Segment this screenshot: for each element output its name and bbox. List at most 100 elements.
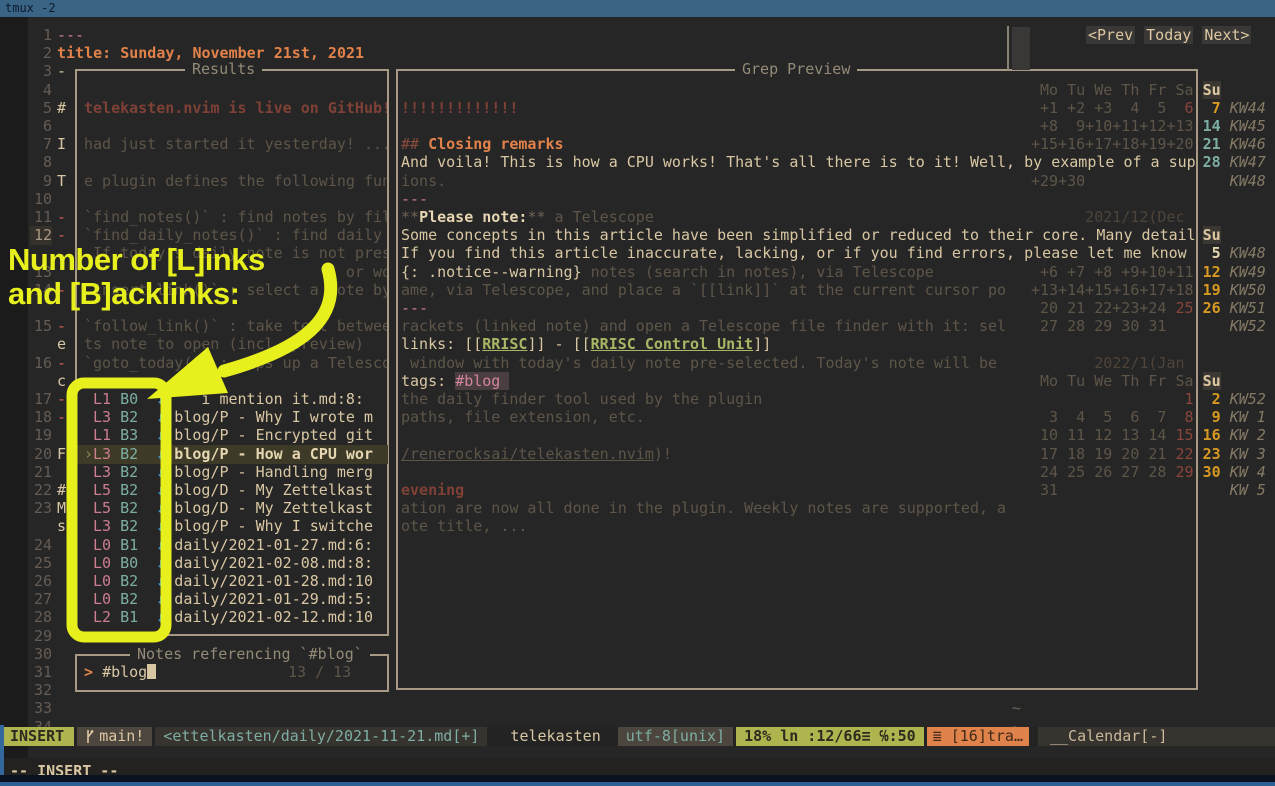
calendar-row[interactable]: Mo Tu We Th Fr Sa Su	[1031, 81, 1221, 100]
calendar-today-button[interactable]: Today	[1144, 26, 1193, 44]
filename-segment: <ettelkasten/daily/2021-11-21.md[+]	[155, 727, 487, 746]
calendar-row[interactable]: 27 28 29 30 31 KW52	[1031, 317, 1266, 336]
results-panel-title: Results	[185, 60, 262, 78]
gutter-line: 28	[30, 608, 52, 627]
results-ghost-line: telekasten.nvim is live on GitHub!	[84, 99, 387, 118]
tmux-titlebar: tmux -2	[0, 0, 1275, 17]
annotation-line1: Number of [L]inks	[8, 243, 265, 277]
gutter-line: 30	[30, 645, 52, 664]
preview-line: {: .notice--warning} notes (search in no…	[401, 263, 934, 282]
window-bottom-frame	[0, 775, 1275, 786]
calendar-row[interactable]: 2021/12(Dec	[1031, 208, 1194, 227]
grep-preview-title: Grep Preview	[735, 60, 857, 78]
prompt-space	[93, 663, 102, 681]
calendar-row[interactable]: +6 +7 +8 +9+10+11 12 KW49	[1031, 263, 1266, 282]
calendar-row[interactable]: 5 KW48	[1031, 244, 1266, 263]
calendar-row[interactable]: 28 KW47	[1031, 153, 1266, 172]
result-row[interactable]: L3 B2 ↓ blog/P - Why I switche	[84, 517, 373, 536]
preview-line: ame, via Telescope, and place a `[[link]…	[401, 281, 1006, 300]
preview-line: ---	[401, 190, 428, 209]
result-row[interactable]: L0 B2 ↓ daily/2021-01-28.md:10	[84, 572, 373, 591]
calendar-row[interactable]: 10 11 12 13 14 15 16 KW 2	[1031, 426, 1266, 445]
calendar-nav: <Prev Today Next>	[1086, 26, 1251, 44]
prompt-caret: >	[84, 663, 93, 681]
calendar-row[interactable]: 1 2 KW52	[1031, 390, 1266, 409]
gutter-line: 7	[30, 135, 52, 154]
pane-left-margin	[0, 17, 28, 775]
preview-line: links: [[RRISC]] - [[RRISC Control Unit]…	[401, 335, 771, 354]
gutter-line: 16	[30, 354, 52, 373]
mode-indicator: INSERT	[0, 727, 74, 746]
buffer-line: -	[57, 354, 66, 373]
calendar-row[interactable]: Mo Tu We Th Fr Sa Su	[1031, 372, 1221, 391]
result-row[interactable]: L3 B2 ↓ blog/P - Handling merg	[84, 463, 373, 482]
result-row[interactable]: L1 B3 ↓ blog/P - Encrypted git	[84, 426, 373, 445]
result-row[interactable]: L5 B2 ↓ blog/D - My Zettelkast	[84, 499, 373, 518]
calendar-row[interactable]: +8 9+10+11+12+13 14 KW45	[1031, 117, 1266, 136]
gutter-line: 19	[30, 426, 52, 445]
search-query-text: #blog	[102, 663, 147, 681]
gutter-line: 24	[30, 536, 52, 555]
gutter-line: 31	[30, 663, 52, 682]
gutter-line: 8	[30, 153, 52, 172]
preview-line: tags: #blog	[401, 372, 509, 391]
calendar-row[interactable]: +29+30 KW48	[1031, 172, 1266, 191]
search-input[interactable]: > #blog	[84, 663, 156, 681]
git-branch-icon	[85, 729, 94, 744]
calendar-row[interactable]: 3 4 5 6 7 8 9 KW 1	[1031, 408, 1266, 427]
gutter-line: 6	[30, 117, 52, 136]
result-row[interactable]: L2 B1 ↓ daily/2021-02-12.md:10	[84, 608, 373, 627]
buffer-line: #	[57, 99, 66, 118]
gutter-line: 17	[30, 390, 52, 409]
result-row[interactable]: L0 B1 ↓ daily/2021-01-27.md:6:	[84, 536, 373, 555]
gutter-line: 25	[30, 554, 52, 573]
results-ghost-line: `find_notes()` : find notes by fil	[84, 208, 387, 227]
preview-line: ---	[401, 299, 428, 318]
result-row[interactable]: ›L3 B2 ↓ blog/P - How a CPU wor	[76, 445, 388, 464]
result-row[interactable]: L0 B2 ↓ daily/2021-01-29.md:5:	[84, 590, 373, 609]
calendar-next-button[interactable]: Next>	[1202, 26, 1251, 44]
result-row[interactable]: L5 B2 ↓ blog/D - My Zettelkast	[84, 481, 373, 500]
results-ghost-line: `goto_today()` : pops up a Telesco	[84, 354, 387, 373]
calendar-row[interactable]: 17 18 19 20 21 22 23 KW 3	[1031, 445, 1266, 464]
preview-line: ation are now all done in the plugin. We…	[401, 499, 1006, 518]
calendar-row[interactable]: +13+14+15+16+17+18 19 KW50	[1031, 281, 1266, 300]
preview-line: !!!!!!!!!!!!!	[401, 99, 518, 118]
gutter-line: 2	[30, 44, 52, 63]
preview-line: ote title, ...	[401, 517, 527, 536]
buffer-line: ---	[57, 26, 84, 45]
calendar-row[interactable]: +1 +2 +3 4 5 6 7 KW44	[1031, 99, 1266, 118]
gutter-line: 22	[30, 481, 52, 500]
buffer-line: s	[57, 517, 66, 536]
buffer-line: -	[57, 62, 66, 81]
results-ghost-line: e plugin defines the following fun	[84, 172, 387, 191]
calendar-row[interactable]: 31 KW 5	[1031, 481, 1266, 500]
calendar-prev-button[interactable]: <Prev	[1086, 26, 1135, 44]
git-branch-segment: main!	[77, 727, 152, 746]
result-row[interactable]: L3 B2 ↓ blog/P - Why I wrote m	[84, 408, 373, 427]
preview-line: **Please note:** a Telescope	[401, 208, 654, 227]
buffer-line: -	[57, 208, 66, 227]
calendar-row[interactable]: +15+16+17+18+19+20 21 KW46	[1031, 135, 1266, 154]
encoding-segment: utf-8[unix]	[618, 727, 733, 746]
gutter-line: 15	[30, 317, 52, 336]
results-ghost-line: `follow_link()` : take text between	[84, 317, 387, 336]
gutter-line: 23	[30, 499, 52, 518]
result-row[interactable]: L1 B0 ↓ i mention it.md:8:	[84, 390, 364, 409]
calendar-row[interactable]: 20 21 22+23+24 25 26 KW51	[1031, 299, 1266, 318]
calendar-row[interactable]: Su	[1031, 226, 1221, 245]
calendar-row[interactable]: 2022/1(Jan	[1031, 354, 1194, 373]
gutter-line: 21	[30, 463, 52, 482]
gutter-line: 32	[30, 681, 52, 700]
result-row[interactable]: L0 B0 ↓ daily/2021-02-08.md:8:	[84, 554, 373, 573]
gutter-line: 18	[30, 408, 52, 427]
gutter-line: 4	[30, 81, 52, 100]
prompt-title: Notes referencing `#blog`	[130, 645, 370, 663]
gutter-line: 33	[30, 699, 52, 718]
gutter-line: 1	[30, 26, 52, 45]
calendar-window-label: __Calendar[-]	[1038, 727, 1275, 746]
buffer-line: -	[57, 390, 66, 409]
buffer-line: M	[57, 499, 66, 518]
buffer-line: -	[57, 317, 66, 336]
calendar-row[interactable]: 24 25 26 27 28 29 30 KW 4	[1031, 463, 1266, 482]
